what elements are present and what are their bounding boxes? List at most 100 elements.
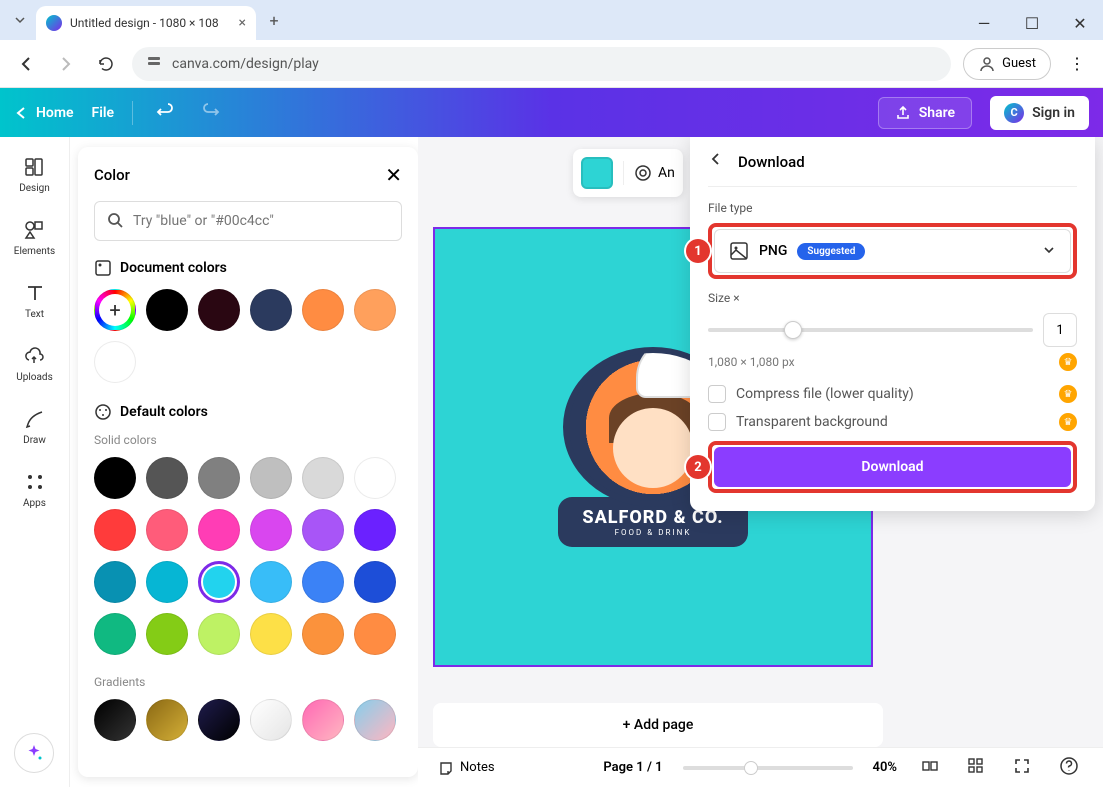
color-swatch[interactable] [354,613,396,655]
gradient-swatch[interactable] [302,699,344,741]
color-swatch[interactable] [146,613,188,655]
rail-draw[interactable]: Draw [23,407,47,446]
color-swatch[interactable] [302,289,344,331]
close-tab-icon[interactable]: × [239,15,246,31]
rail-label: Text [25,309,44,320]
gradients-label: Gradients [94,675,402,689]
color-swatch[interactable] [354,561,396,603]
size-value[interactable]: 1 [1043,313,1077,347]
filetype-select[interactable]: PNG Suggested [714,229,1071,273]
share-button[interactable]: Share [878,97,972,129]
browser-menu-button[interactable]: ⋮ [1063,54,1091,73]
gradient-swatch[interactable] [198,699,240,741]
maximize-button[interactable]: ☐ [1017,8,1047,38]
color-swatch[interactable] [198,613,240,655]
color-swatch[interactable] [198,509,240,551]
filetype-highlight: 1 PNG Suggested [708,223,1077,279]
color-swatch[interactable] [302,613,344,655]
animate-button[interactable]: An [634,164,675,182]
tabs-dropdown[interactable] [8,8,32,32]
close-panel-icon[interactable]: ✕ [385,163,402,187]
back-icon[interactable] [708,151,724,172]
color-search[interactable] [94,201,402,241]
rail-apps[interactable]: Apps [23,470,47,509]
rail-design[interactable]: Design [19,155,50,194]
grid-view-icon[interactable] [917,753,943,783]
site-settings-icon[interactable] [146,54,162,74]
logo-tagline: FOOD & DRINK [582,528,723,537]
fullscreen-icon[interactable] [1009,753,1035,783]
add-color-button[interactable] [94,289,136,331]
minimize-button[interactable]: — [969,8,999,38]
add-page-button[interactable]: + Add page [433,703,883,747]
color-swatch[interactable] [146,509,188,551]
fill-color-button[interactable] [581,157,613,189]
new-tab-button[interactable]: + [260,6,288,34]
zoom-value[interactable]: 40% [873,760,897,775]
forward-button[interactable] [52,50,80,78]
color-swatch[interactable] [250,457,292,499]
pro-badge-icon: ♛ [1059,385,1077,403]
help-icon[interactable] [1055,752,1083,784]
file-menu-button[interactable]: File [92,105,115,121]
filetype-label: File type [708,201,1077,215]
color-swatch[interactable] [250,289,292,331]
zoom-slider[interactable] [683,766,853,770]
color-swatch[interactable] [146,457,188,499]
doc-colors-row [94,289,402,383]
color-swatch[interactable] [94,341,136,383]
color-swatch[interactable] [94,457,136,499]
color-swatch[interactable] [198,289,240,331]
page-indicator[interactable]: Page 1 / 1 [603,760,662,775]
back-button[interactable] [12,50,40,78]
tab-bar: Untitled design - 1080 × 108 × + — ☐ ✕ [0,0,1103,40]
color-swatch[interactable] [94,561,136,603]
color-swatch[interactable] [250,509,292,551]
color-swatch[interactable] [302,561,344,603]
rail-text[interactable]: Text [23,281,47,320]
guest-profile-button[interactable]: Guest [963,48,1051,80]
rail-elements[interactable]: Elements [14,218,55,257]
color-swatch[interactable] [94,509,136,551]
undo-button[interactable] [151,97,179,129]
close-window-button[interactable]: ✕ [1065,8,1095,38]
size-label: Size × [708,291,1077,305]
color-swatch[interactable] [94,613,136,655]
slider-thumb[interactable] [784,321,802,339]
panel-title: Color [94,166,130,184]
notes-button[interactable]: Notes [438,760,495,776]
url-bar[interactable]: canva.com/design/play [132,47,951,81]
color-swatch[interactable] [354,509,396,551]
uploads-icon [22,344,46,368]
browser-tab[interactable]: Untitled design - 1080 × 108 × [36,6,256,40]
signin-button[interactable]: C Sign in [990,96,1089,130]
size-slider[interactable] [708,328,1033,332]
compress-checkbox[interactable] [708,385,726,403]
gradient-swatch[interactable] [94,699,136,741]
rail-uploads[interactable]: Uploads [16,344,52,383]
color-swatch[interactable] [250,613,292,655]
thumbnail-view-icon[interactable] [963,753,989,783]
color-swatch[interactable] [198,457,240,499]
doc-colors-label: Document colors [120,260,227,276]
window-controls: — ☐ ✕ [969,8,1095,38]
gradient-swatch[interactable] [354,699,396,741]
color-swatch[interactable] [146,561,188,603]
redo-button[interactable] [197,97,225,129]
reload-button[interactable] [92,50,120,78]
gradient-swatch[interactable] [250,699,292,741]
gradient-swatch[interactable] [146,699,188,741]
color-swatch[interactable] [198,561,240,603]
zoom-thumb[interactable] [744,761,758,775]
color-swatch[interactable] [146,289,188,331]
download-button[interactable]: Download [714,447,1071,487]
color-search-input[interactable] [133,213,389,229]
home-button[interactable]: Home [14,105,74,121]
color-swatch[interactable] [302,509,344,551]
magic-button[interactable] [14,733,54,773]
color-swatch[interactable] [354,289,396,331]
color-swatch[interactable] [354,457,396,499]
color-swatch[interactable] [302,457,344,499]
transparent-checkbox[interactable] [708,413,726,431]
color-swatch[interactable] [250,561,292,603]
